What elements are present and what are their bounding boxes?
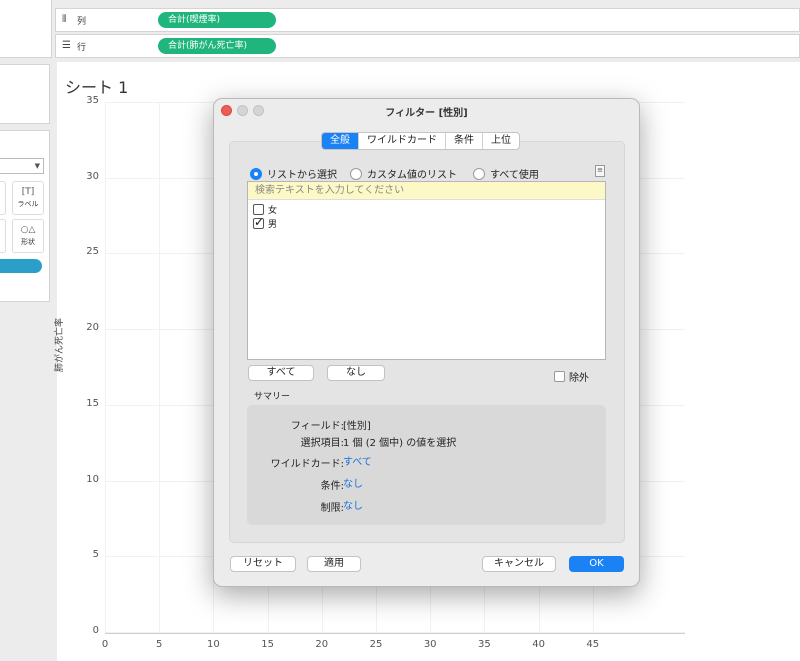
x-tick-label: 0 [101, 639, 109, 650]
summary-value: 1 個 (2 個中) の値を選択 [343, 438, 457, 449]
columns-shelf[interactable]: ⦀ 列 合計(喫煙率) [55, 8, 800, 32]
mark-size-button[interactable] [0, 181, 6, 215]
gridline-vertical [105, 102, 106, 632]
y-tick-label: 30 [86, 170, 99, 182]
radio-select-from-list[interactable]: リストから選択 [250, 166, 337, 181]
mark-label-button[interactable]: [T] ラベル [12, 181, 44, 215]
ok-button[interactable]: OK [569, 556, 624, 572]
radio-label: リストから選択 [267, 170, 337, 181]
dialog-titlebar[interactable]: フィルター [性別] [214, 99, 639, 121]
x-axis-line [105, 633, 685, 634]
reset-button[interactable]: リセット [230, 556, 296, 572]
y-tick-label: 10 [86, 473, 99, 485]
cancel-button[interactable]: キャンセル [482, 556, 556, 572]
pages-card [0, 64, 50, 124]
x-tick-label: 5 [156, 639, 163, 650]
mark-shape-button[interactable]: ○△ 形状 [12, 219, 44, 253]
summary-key: フィールド: [290, 421, 344, 432]
gridline-vertical [159, 102, 161, 632]
summary-value: [性別] [343, 421, 371, 432]
mark-tooltip-button[interactable] [0, 219, 6, 253]
radio-label: すべて使用 [490, 170, 539, 181]
y-tick-label: 5 [92, 549, 99, 561]
summary-heading: サマリー [254, 392, 291, 402]
select-none-button[interactable]: なし [327, 365, 385, 381]
summary-key: 制限: [320, 503, 344, 514]
x-tick-label: 35 [478, 639, 491, 650]
radio-use-all[interactable]: すべて使用 [473, 166, 539, 181]
columns-pill[interactable]: 合計(喫煙率) [158, 12, 276, 28]
rows-shelf-label: 行 [77, 43, 87, 53]
shape-icon: ○△ [20, 225, 36, 235]
search-input[interactable]: 検索テキストを入力してください [248, 182, 605, 200]
summary-key: 条件: [320, 481, 344, 492]
chevron-down-icon: ▼ [34, 162, 40, 170]
radio-label: カスタム値のリスト [367, 170, 457, 181]
checkbox-female[interactable] [253, 204, 264, 215]
marks-field-pill[interactable] [0, 259, 42, 273]
x-tick-label: 45 [586, 639, 600, 650]
y-tick-label: 15 [86, 397, 99, 409]
columns-shelf-label: 列 [77, 17, 87, 27]
rows-shelf[interactable]: ☰ 行 合計(肺がん死亡率) [55, 34, 800, 58]
list-menu-icon[interactable]: ≡ [595, 165, 605, 177]
x-tick-label: 20 [315, 639, 329, 650]
filter-tabs: 全般 ワイルドカード 条件 上位 [321, 132, 520, 150]
dialog-title: フィルター [性別] [385, 108, 468, 119]
rows-icon: ☰ [62, 40, 71, 51]
summary-wildcard-link[interactable]: すべて [343, 453, 372, 468]
summary-key: 選択項目: [300, 438, 344, 449]
exclude-toggle[interactable]: 除外 [554, 369, 589, 384]
x-tick-label: 25 [369, 639, 383, 650]
y-tick-label: 25 [86, 246, 99, 258]
data-pane [0, 0, 52, 58]
x-tick-label: 10 [207, 639, 220, 650]
tab-condition[interactable]: 条件 [446, 133, 483, 149]
value-list: 検索テキストを入力してください 女 男 [247, 181, 606, 360]
list-item-label: 女 [268, 206, 278, 216]
columns-icon: ⦀ [62, 14, 67, 25]
y-tick-label: 35 [86, 95, 99, 106]
tab-top[interactable]: 上位 [483, 133, 519, 149]
summary-key: ワイルドカード: [270, 459, 344, 470]
label-icon: [T] [21, 187, 35, 197]
summary-limit-link[interactable]: なし [343, 497, 363, 512]
apply-button[interactable]: 適用 [307, 556, 361, 572]
mark-type-dropdown[interactable]: ▼ [0, 158, 44, 174]
radio-dot[interactable] [250, 167, 262, 180]
exclude-checkbox[interactable] [554, 371, 565, 382]
y-axis-title: 肺がん死亡率 [55, 317, 65, 372]
x-tick-label: 15 [261, 639, 274, 650]
mark-label-text: ラベル [17, 200, 39, 208]
y-tick-label: 0 [92, 625, 99, 636]
exclude-label: 除外 [569, 373, 589, 384]
x-tick-label: 30 [423, 639, 437, 650]
tab-wildcard[interactable]: ワイルドカード [359, 133, 446, 149]
summary-box: フィールド: [性別] 選択項目: 1 個 (2 個中) の値を選択 ワイルドカ… [247, 405, 606, 525]
radio-dot[interactable] [350, 167, 362, 180]
rows-pill[interactable]: 合計(肺がん死亡率) [158, 38, 276, 54]
y-tick-label: 20 [86, 322, 99, 334]
summary-condition-link[interactable]: なし [343, 475, 363, 490]
marks-card [0, 130, 50, 302]
select-all-button[interactable]: すべて [248, 365, 314, 381]
filter-dialog: フィルター [性別] 全般 ワイルドカード 条件 上位 リストから選択 カスタム… [213, 98, 640, 587]
x-tick-label: 40 [532, 639, 545, 650]
radio-dot[interactable] [473, 167, 485, 180]
radio-custom-list[interactable]: カスタム値のリスト [350, 166, 457, 181]
mark-shape-text: 形状 [21, 238, 35, 246]
tab-general[interactable]: 全般 [322, 133, 359, 149]
